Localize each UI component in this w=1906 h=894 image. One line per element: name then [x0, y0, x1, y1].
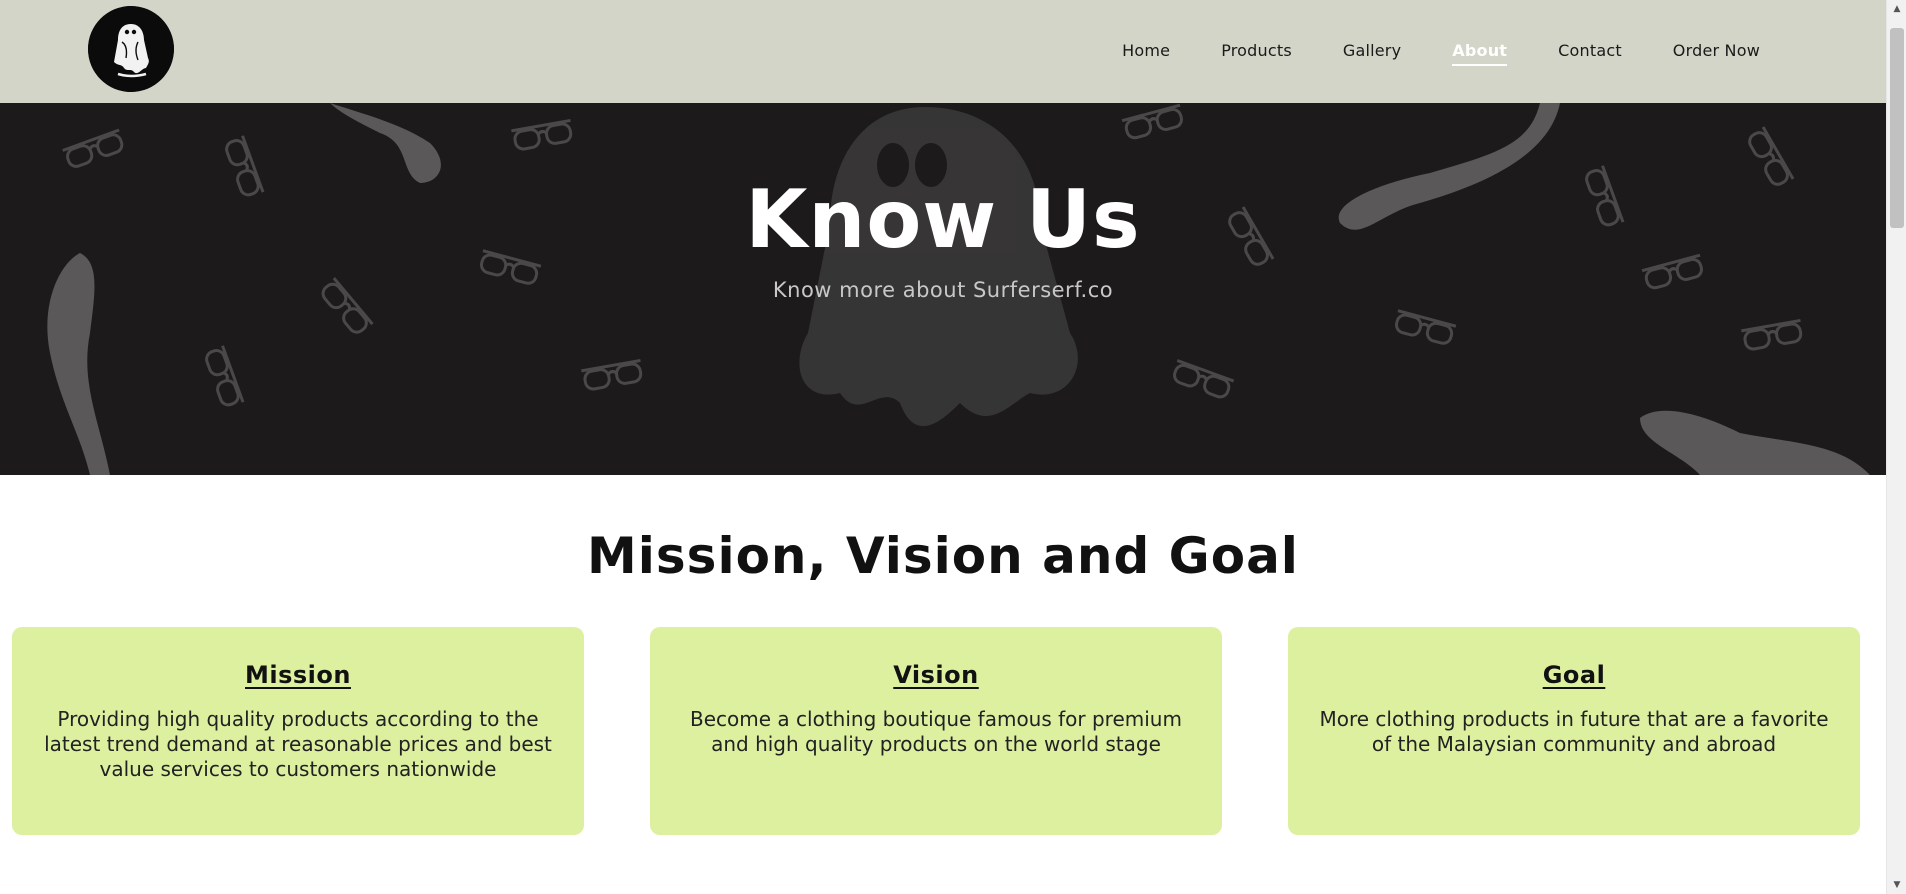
- nav-order-now[interactable]: Order Now: [1673, 41, 1760, 60]
- goal-card: Goal More clothing products in future th…: [1288, 627, 1860, 835]
- scroll-down-arrow-icon[interactable]: ▼: [1887, 876, 1906, 894]
- nav-gallery[interactable]: Gallery: [1343, 41, 1401, 60]
- nav-products[interactable]: Products: [1221, 41, 1292, 60]
- navbar: Home Products Gallery About Contact Orde…: [0, 0, 1886, 103]
- hero-subtitle: Know more about Surferserf.co: [772, 278, 1114, 302]
- ghost-logo-icon[interactable]: [88, 6, 174, 92]
- vision-text: Become a clothing boutique famous for pr…: [690, 707, 1182, 756]
- mission-card: Mission Providing high quality products …: [12, 627, 584, 835]
- section-title: Mission, Vision and Goal: [587, 527, 1299, 585]
- goal-title: Goal: [1542, 661, 1606, 689]
- ghost-logo-graphic: [88, 6, 174, 92]
- hero-banner: Know Us Know more about Surferserf.co: [0, 103, 1886, 475]
- page: Home Products Gallery About Contact Orde…: [0, 0, 1886, 894]
- ghost-icon: [799, 107, 1078, 427]
- mvg-cards: Mission Providing high quality products …: [12, 627, 1862, 835]
- scrollbar-thumb[interactable]: [1890, 28, 1904, 228]
- main-nav: Home Products Gallery About Contact Orde…: [1071, 0, 1760, 100]
- nav-home[interactable]: Home: [1122, 41, 1170, 60]
- mission-text: Providing high quality products accordin…: [44, 707, 552, 781]
- vision-card: Vision Become a clothing boutique famous…: [650, 627, 1222, 835]
- nav-about[interactable]: About: [1452, 41, 1508, 66]
- mission-title: Mission: [245, 661, 351, 689]
- goal-text: More clothing products in future that ar…: [1319, 707, 1829, 756]
- vision-title: Vision: [893, 661, 979, 689]
- hero-title: Know Us: [745, 173, 1141, 266]
- nav-contact[interactable]: Contact: [1558, 41, 1622, 60]
- page-scrollbar[interactable]: ▲ ▼: [1886, 0, 1906, 894]
- scroll-up-arrow-icon[interactable]: ▲: [1887, 0, 1906, 18]
